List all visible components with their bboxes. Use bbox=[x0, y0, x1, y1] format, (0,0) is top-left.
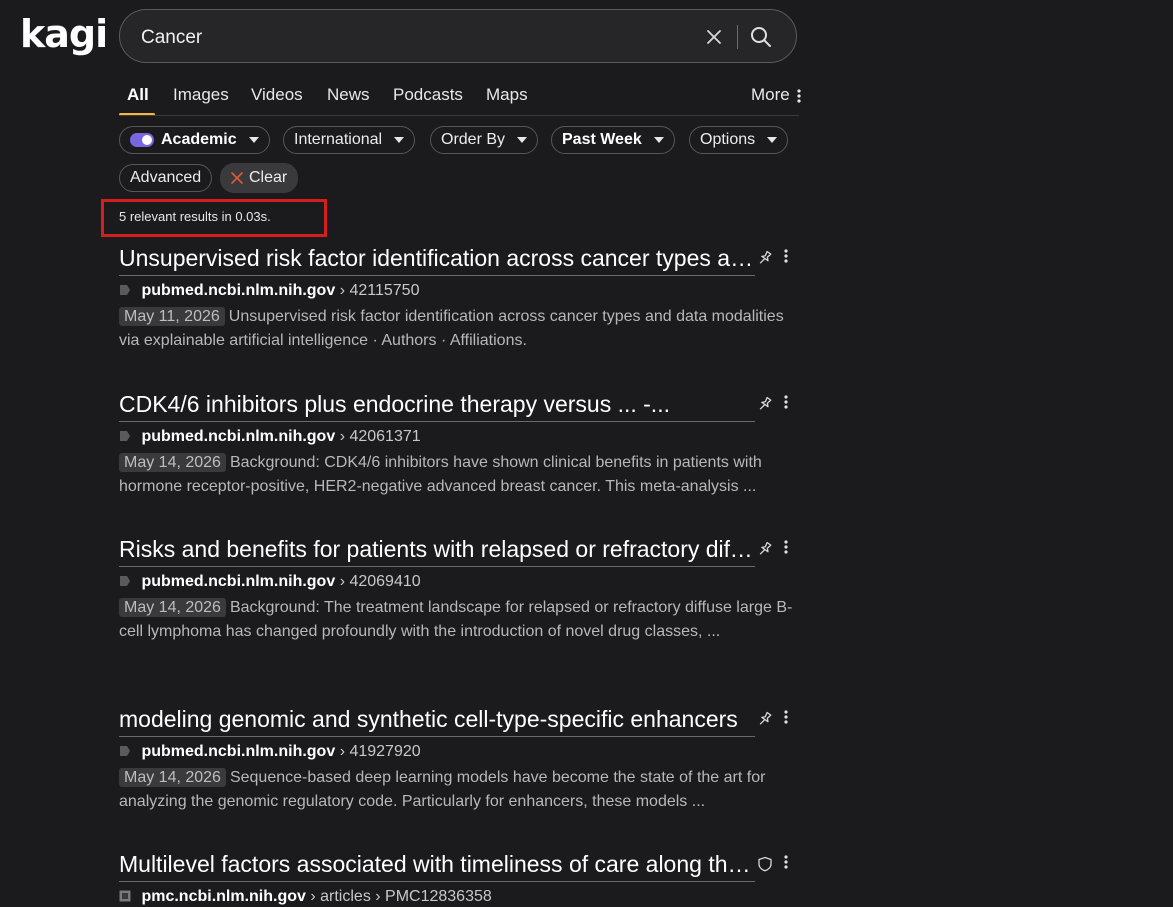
search-result: Unsupervised risk factor identification … bbox=[119, 244, 799, 353]
result-domain[interactable]: pubmed.ncbi.nlm.nih.gov bbox=[141, 428, 335, 445]
order-label: Order By bbox=[441, 131, 506, 148]
pin-icon[interactable] bbox=[757, 250, 773, 266]
result-path: › 42069410 bbox=[339, 573, 421, 590]
close-icon[interactable] bbox=[705, 28, 723, 46]
caret-down-icon bbox=[394, 137, 405, 143]
result-date: May 14, 2026 bbox=[119, 453, 226, 472]
tab-news[interactable]: News bbox=[327, 84, 370, 106]
site-favicon bbox=[120, 576, 130, 586]
clear-filters-button[interactable]: Clear bbox=[220, 163, 299, 193]
more-menu-button[interactable]: More bbox=[751, 84, 802, 106]
site-favicon bbox=[119, 890, 131, 902]
tab-all[interactable]: All bbox=[127, 84, 149, 106]
result-path: › 42061371 bbox=[339, 428, 421, 445]
vertical-dots-icon[interactable] bbox=[783, 709, 789, 725]
vertical-dots-icon[interactable] bbox=[783, 248, 789, 264]
caret-down-icon bbox=[248, 137, 259, 143]
result-domain[interactable]: pubmed.ncbi.nlm.nih.gov bbox=[141, 743, 335, 760]
result-snippet: May 14, 2026 Sequence-based deep learning… bbox=[119, 766, 799, 814]
result-domain[interactable]: pmc.ncbi.nlm.nih.gov bbox=[141, 888, 305, 905]
result-title-link[interactable]: Risks and benefits for patients with rel… bbox=[119, 535, 755, 567]
search-result: CDK4/6 inhibitors plus endocrine therapy… bbox=[119, 390, 799, 499]
site-favicon bbox=[120, 746, 130, 756]
time-label: Past Week bbox=[562, 131, 642, 148]
result-path: › 42115750 bbox=[339, 282, 420, 299]
search-result: modeling genomic and synthetic cell-type… bbox=[119, 705, 799, 814]
result-date: May 14, 2026 bbox=[119, 768, 226, 787]
more-label: More bbox=[751, 85, 790, 104]
region-label: International bbox=[294, 131, 383, 148]
advanced-button[interactable]: Advanced bbox=[119, 164, 213, 192]
search-result: Risks and benefits for patients with rel… bbox=[119, 535, 799, 644]
result-title-link[interactable]: CDK4/6 inhibitors plus endocrine therapy… bbox=[119, 390, 755, 422]
region-filter[interactable]: International bbox=[283, 126, 416, 154]
result-title-link[interactable]: Unsupervised risk factor identification … bbox=[119, 244, 755, 276]
academic-label: Academic bbox=[161, 131, 237, 148]
result-url: pmc.ncbi.nlm.nih.gov › articles › PMC128… bbox=[119, 887, 799, 907]
result-date: May 11, 2026 bbox=[119, 307, 225, 326]
caret-down-icon bbox=[653, 137, 664, 143]
search-tabs: All Images Videos News Podcasts Maps Mor… bbox=[119, 84, 802, 116]
tabs-divider bbox=[119, 115, 799, 116]
clear-label: Clear bbox=[249, 169, 288, 186]
vertical-dots-icon[interactable] bbox=[783, 394, 789, 410]
caret-down-icon bbox=[767, 137, 778, 143]
annotation-highlight-box bbox=[101, 199, 327, 237]
caret-down-icon bbox=[517, 137, 528, 143]
options-label: Options bbox=[700, 131, 756, 148]
search-icon[interactable] bbox=[750, 26, 772, 48]
close-icon bbox=[231, 172, 243, 184]
result-domain[interactable]: pubmed.ncbi.nlm.nih.gov bbox=[141, 282, 335, 299]
vertical-dots-icon bbox=[797, 88, 802, 103]
result-snippet: May 14, 2026 Background: The treatment la… bbox=[119, 596, 799, 644]
site-favicon bbox=[120, 285, 130, 295]
tab-videos[interactable]: Videos bbox=[251, 84, 303, 106]
site-favicon bbox=[120, 431, 130, 441]
result-date: May 14, 2026 bbox=[119, 598, 226, 617]
shield-icon[interactable] bbox=[757, 856, 773, 872]
result-url: pubmed.ncbi.nlm.nih.gov › 42069410 bbox=[119, 572, 799, 592]
search-bar bbox=[119, 9, 797, 63]
result-title-link[interactable]: Multilevel factors associated with timel… bbox=[119, 850, 755, 882]
pin-icon[interactable] bbox=[757, 396, 773, 412]
result-snippet: May 14, 2026 Background: CDK4/6 inhibitor… bbox=[119, 451, 799, 499]
advanced-label: Advanced bbox=[130, 169, 202, 186]
search-result: Multilevel factors associated with timel… bbox=[119, 850, 799, 907]
academic-toggle[interactable] bbox=[130, 133, 154, 147]
result-url: pubmed.ncbi.nlm.nih.gov › 42061371 bbox=[119, 427, 799, 447]
search-input[interactable] bbox=[139, 24, 663, 52]
result-title-link[interactable]: modeling genomic and synthetic cell-type… bbox=[119, 705, 755, 737]
tab-podcasts[interactable]: Podcasts bbox=[393, 84, 463, 106]
vertical-dots-icon[interactable] bbox=[783, 854, 789, 870]
search-divider bbox=[737, 25, 738, 49]
tab-images[interactable]: Images bbox=[173, 84, 229, 106]
order-by-filter[interactable]: Order By bbox=[430, 126, 539, 154]
kagi-logo[interactable]: kagi bbox=[20, 12, 108, 56]
academic-filter[interactable]: Academic bbox=[119, 126, 270, 154]
result-url: pubmed.ncbi.nlm.nih.gov › 41927920 bbox=[119, 742, 799, 762]
vertical-dots-icon[interactable] bbox=[783, 539, 789, 555]
tab-maps[interactable]: Maps bbox=[486, 84, 528, 106]
result-path: › articles › PMC12836358 bbox=[310, 888, 492, 905]
result-snippet: May 11, 2026 Unsupervised risk factor ide… bbox=[119, 305, 799, 353]
options-filter[interactable]: Options bbox=[689, 126, 789, 154]
pin-icon[interactable] bbox=[757, 541, 773, 557]
pin-icon[interactable] bbox=[757, 711, 773, 727]
result-domain[interactable]: pubmed.ncbi.nlm.nih.gov bbox=[141, 573, 335, 590]
time-filter[interactable]: Past Week bbox=[551, 126, 675, 154]
result-url: pubmed.ncbi.nlm.nih.gov › 42115750 bbox=[119, 281, 799, 301]
result-path: › 41927920 bbox=[339, 743, 421, 760]
